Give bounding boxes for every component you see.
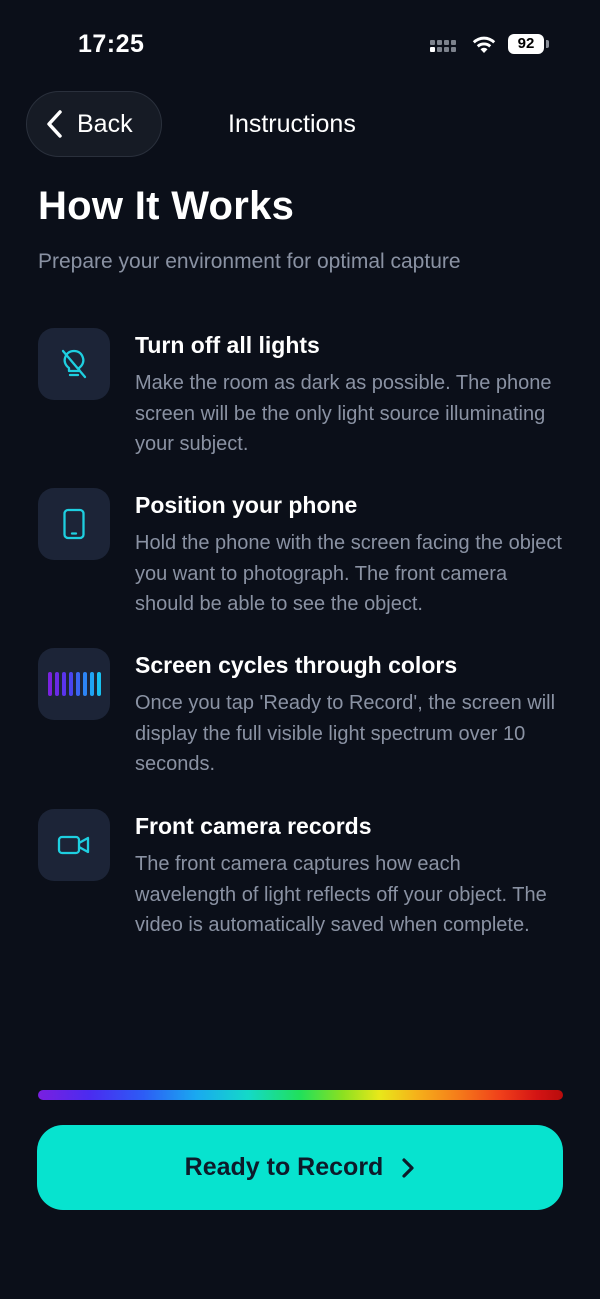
step-title: Position your phone [135, 492, 358, 518]
status-time: 17:25 [78, 30, 145, 58]
step-icon-container [38, 488, 110, 560]
step-description: The front camera captures how each wavel… [135, 853, 547, 936]
spectrum-bar [38, 1090, 563, 1100]
step-description: Once you tap 'Ready to Record', the scre… [135, 692, 556, 775]
step-icon-container [38, 809, 110, 881]
back-label: Back [77, 109, 133, 138]
color-bars-icon [47, 672, 101, 696]
battery-indicator: 92 [508, 34, 544, 54]
step-icon-container [38, 328, 110, 400]
step-description: Make the room as dark as possible. The p… [135, 372, 552, 455]
nav-title: Instructions [228, 110, 356, 138]
page-title: How It Works [38, 184, 295, 228]
page-subtitle: Prepare your environment for optimal cap… [38, 250, 461, 273]
step-title: Screen cycles through colors [135, 652, 458, 678]
video-camera-icon [57, 835, 90, 855]
ready-to-record-button[interactable]: Ready to Record [37, 1125, 563, 1210]
step-icon-container [38, 648, 110, 720]
chevron-right-icon [402, 1157, 414, 1178]
record-button-label: Ready to Record [184, 1153, 384, 1181]
lightbulb-off-icon [61, 349, 87, 379]
back-button[interactable]: Back [26, 91, 162, 157]
cellular-signal-icon [430, 40, 462, 54]
phone-icon [63, 508, 85, 540]
step-title: Front camera records [135, 813, 372, 839]
chevron-left-icon [47, 110, 62, 138]
wifi-icon [472, 36, 496, 53]
step-title: Turn off all lights [135, 332, 320, 358]
status-bar: 17:25 92 [0, 0, 600, 90]
battery-nub [546, 40, 549, 48]
step-description: Hold the phone with the screen facing th… [135, 532, 562, 615]
